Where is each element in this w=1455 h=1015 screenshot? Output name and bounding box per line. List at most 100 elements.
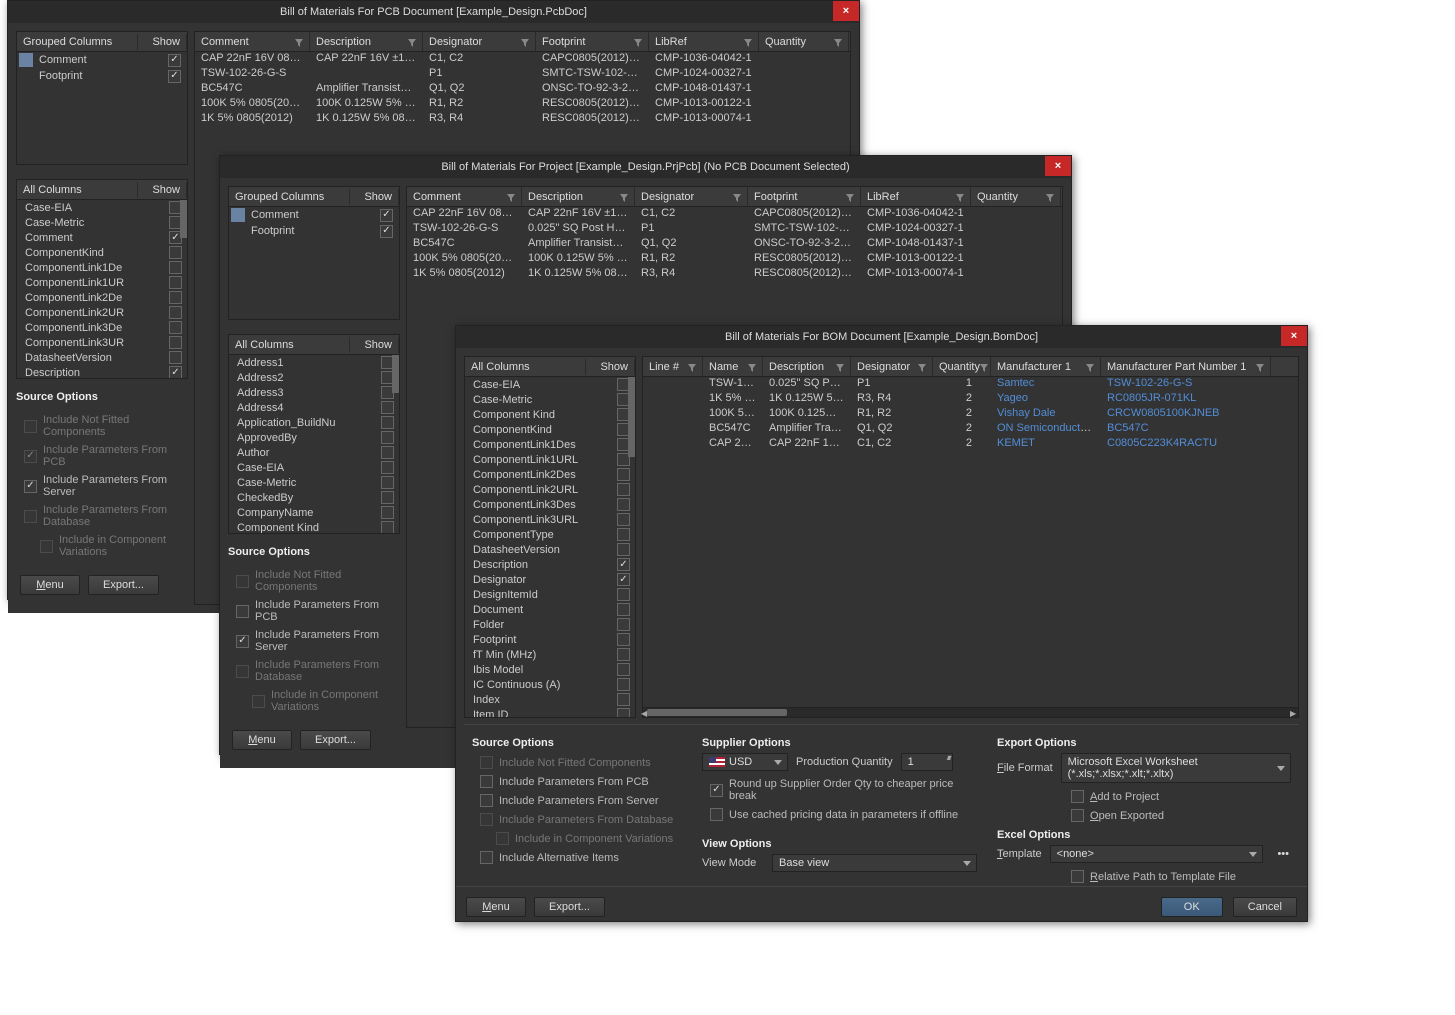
all-columns-list[interactable]: All Columns Show Case-EIACase-MetricComm… xyxy=(16,179,188,379)
show-checkbox[interactable] xyxy=(617,573,630,586)
allcols-item[interactable]: ComponentLink1URL xyxy=(465,452,635,467)
option-checkbox[interactable] xyxy=(24,480,37,493)
show-checkbox[interactable] xyxy=(168,54,181,67)
allcols-item[interactable]: ComponentKind xyxy=(465,422,635,437)
grid-row[interactable]: TSW-102-26-0.025" SQ Post HeaP11SamtecTS… xyxy=(643,377,1298,392)
allcols-item[interactable]: ComponentLink1Des xyxy=(465,437,635,452)
export-button[interactable]: Export... xyxy=(534,897,605,917)
grouped-show-header[interactable]: Show xyxy=(350,189,399,205)
cell-link[interactable]: CRCW0805100KJNEB xyxy=(1107,407,1220,419)
cell-link[interactable]: Vishay Dale xyxy=(997,407,1056,419)
allcols-col-header[interactable]: All Columns xyxy=(465,359,586,375)
cell-link[interactable]: Yageo xyxy=(997,392,1028,404)
grid-column-header[interactable]: Manufacturer 1 xyxy=(991,357,1101,376)
grouped-col-header[interactable]: Grouped Columns xyxy=(229,189,350,205)
show-checkbox[interactable] xyxy=(169,366,182,378)
grouped-item[interactable]: Comment xyxy=(17,52,187,68)
allcols-item[interactable]: ComponentLink3De xyxy=(17,320,187,335)
grid-column-header[interactable]: Manufacturer Part Number 1 xyxy=(1101,357,1271,376)
filter-icon[interactable] xyxy=(956,193,964,201)
scrollbar-thumb[interactable] xyxy=(647,709,787,716)
cell-link[interactable]: ON Semiconductor / Fa xyxy=(997,422,1101,434)
grid-column-header[interactable]: Quantity xyxy=(759,32,849,51)
menu-button[interactable]: Menu xyxy=(20,575,80,595)
show-checkbox[interactable] xyxy=(617,618,630,631)
filter-icon[interactable] xyxy=(1046,193,1054,201)
option-checkbox[interactable] xyxy=(480,851,493,864)
show-checkbox[interactable] xyxy=(617,678,630,691)
cell-link[interactable]: C0805C223K4RACTU xyxy=(1107,437,1217,449)
option-checkbox[interactable] xyxy=(236,635,249,648)
grid-column-header[interactable]: Description xyxy=(763,357,851,376)
allcols-show-header[interactable]: Show xyxy=(138,182,187,198)
grid-row[interactable]: CAP 22nF 16V 0805(2012CAP 22nF 16V ±10% … xyxy=(407,207,1062,222)
open-exported-checkbox[interactable] xyxy=(1071,809,1084,822)
menu-button[interactable]: Menu xyxy=(466,897,526,917)
show-checkbox[interactable] xyxy=(380,225,393,238)
allcols-item[interactable]: ComponentLink1UR xyxy=(17,275,187,290)
template-select[interactable]: <none> xyxy=(1050,845,1264,863)
grouped-item[interactable]: Footprint xyxy=(229,223,399,239)
allcols-col-header[interactable]: All Columns xyxy=(17,182,138,198)
filter-icon[interactable] xyxy=(836,363,844,371)
allcols-item[interactable]: ComponentLink2URL xyxy=(465,482,635,497)
show-checkbox[interactable] xyxy=(381,461,394,474)
source-option[interactable]: Include Parameters From PCB xyxy=(228,596,400,626)
show-checkbox[interactable] xyxy=(617,543,630,556)
allcols-item[interactable]: Comment xyxy=(17,230,187,245)
allcols-item[interactable]: Ibis Model xyxy=(465,662,635,677)
grouped-item[interactable]: Footprint xyxy=(17,68,187,84)
filter-icon[interactable] xyxy=(1256,363,1264,371)
show-checkbox[interactable] xyxy=(617,483,630,496)
filter-icon[interactable] xyxy=(980,363,988,371)
filter-icon[interactable] xyxy=(846,193,854,201)
source-option[interactable]: Include Parameters From PCB xyxy=(472,772,682,791)
show-checkbox[interactable] xyxy=(169,351,182,364)
scrollbar-thumb[interactable] xyxy=(180,200,187,238)
filter-icon[interactable] xyxy=(507,193,515,201)
show-checkbox[interactable] xyxy=(380,209,393,222)
grid-row[interactable]: BC547CAmplifier TransistoQ1, Q22ON Semic… xyxy=(643,422,1298,437)
allcols-show-header[interactable]: Show xyxy=(350,337,399,353)
allcols-col-header[interactable]: All Columns xyxy=(229,337,350,353)
close-button[interactable]: × xyxy=(1045,156,1071,176)
show-checkbox[interactable] xyxy=(381,491,394,504)
cached-checkbox[interactable] xyxy=(710,808,723,821)
grid-row[interactable]: 1K 5% 0805(2012)1K 0.125W 5% 0805 (201R3… xyxy=(407,267,1062,282)
allcols-item[interactable]: Case-EIA xyxy=(17,200,187,215)
filter-icon[interactable] xyxy=(733,193,741,201)
allcols-item[interactable]: DatasheetVersion xyxy=(17,350,187,365)
allcols-item[interactable]: Item ID xyxy=(465,707,635,717)
cell-link[interactable]: KEMET xyxy=(997,437,1035,449)
relative-path-checkbox[interactable] xyxy=(1071,870,1084,883)
grid-column-header[interactable]: Quantity xyxy=(971,187,1061,206)
cancel-button[interactable]: Cancel xyxy=(1233,897,1297,917)
allcols-item[interactable]: Footprint xyxy=(465,632,635,647)
grid-row[interactable]: CAP 22nF 16\CAP 22nF 16V ±10%C1, C22KEME… xyxy=(643,437,1298,452)
grid-column-header[interactable]: Designator xyxy=(635,187,748,206)
allcols-item[interactable]: Address3 xyxy=(229,385,399,400)
filter-icon[interactable] xyxy=(295,38,303,46)
scrollbar-thumb[interactable] xyxy=(628,377,635,457)
all-columns-list[interactable]: All Columns Show Address1Address2Address… xyxy=(228,334,400,534)
show-checkbox[interactable] xyxy=(168,70,181,83)
show-checkbox[interactable] xyxy=(617,528,630,541)
grid-column-header[interactable]: Quantity xyxy=(933,357,991,376)
allcols-item[interactable]: Document xyxy=(465,602,635,617)
allcols-item[interactable]: IC Continuous (A) xyxy=(465,677,635,692)
h-scrollbar[interactable]: ◀ ▶ xyxy=(643,707,1298,717)
option-checkbox[interactable] xyxy=(236,605,249,618)
filter-icon[interactable] xyxy=(744,38,752,46)
grid-row[interactable]: CAP 22nF 16V 0805(2012CAP 22nF 16V ±10% … xyxy=(195,52,850,67)
allcols-item[interactable]: Case-Metric xyxy=(17,215,187,230)
allcols-item[interactable]: Author xyxy=(229,445,399,460)
grid-column-header[interactable]: Name xyxy=(703,357,763,376)
show-checkbox[interactable] xyxy=(617,708,630,717)
filter-icon[interactable] xyxy=(918,363,926,371)
source-option[interactable]: Include Parameters From Server xyxy=(472,791,682,810)
allcols-item[interactable]: Case-Metric xyxy=(465,392,635,407)
grid-column-header[interactable]: Comment xyxy=(407,187,522,206)
export-button[interactable]: Export... xyxy=(300,730,371,750)
filter-icon[interactable] xyxy=(688,363,696,371)
show-checkbox[interactable] xyxy=(381,431,394,444)
